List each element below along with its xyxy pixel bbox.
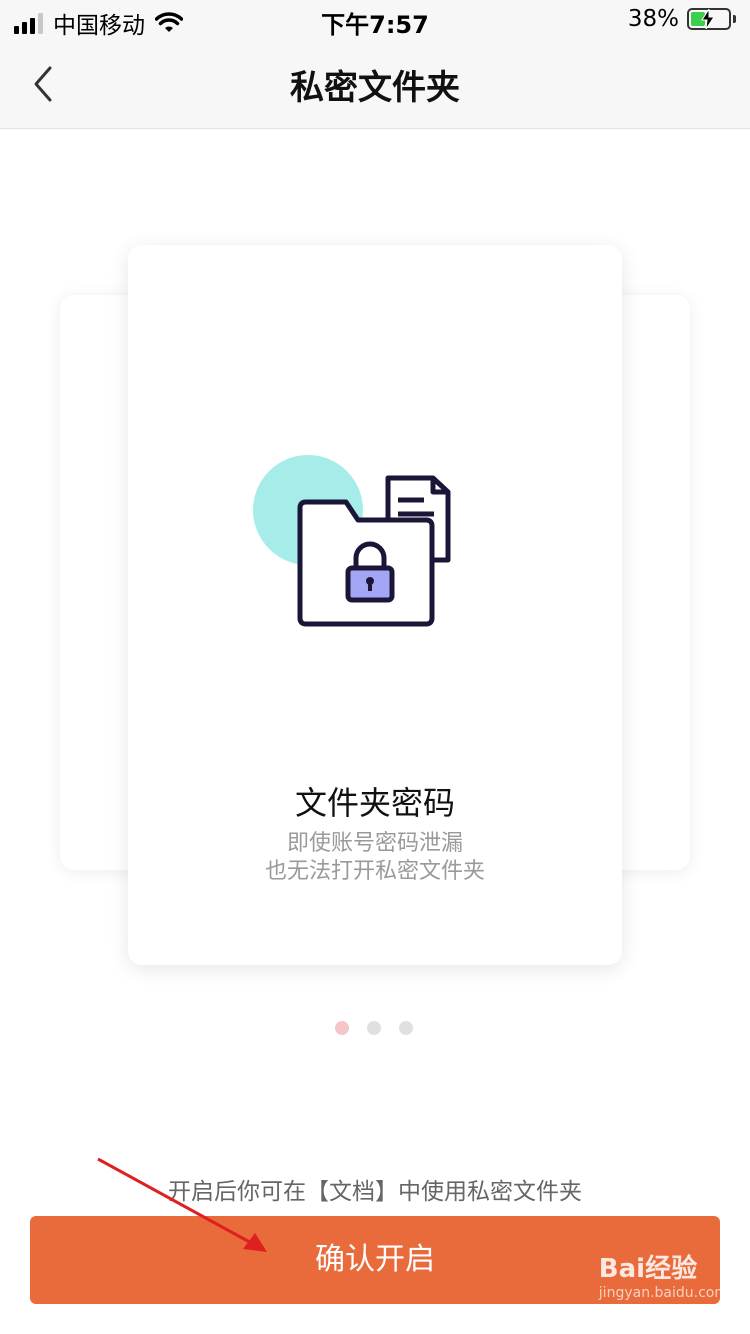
battery-charging-icon <box>687 8 731 30</box>
battery-percent: 38% <box>627 6 679 32</box>
page-indicator <box>335 1021 413 1035</box>
card-description-line2: 也无法打开私密文件夹 <box>264 859 485 884</box>
card-description: 即使账号密码泄漏 也无法打开私密文件夹 <box>128 830 622 886</box>
page-title: 私密文件夹 <box>290 68 460 108</box>
page-dot-3[interactable] <box>399 1021 413 1035</box>
carousel-card[interactable]: 文件夹密码 即使账号密码泄漏 也无法打开私密文件夹 <box>128 245 622 965</box>
nav-bar: 私密文件夹 <box>0 40 750 129</box>
status-bar: 中国移动 下午7:57 38% <box>0 0 750 40</box>
battery-cap <box>733 15 736 23</box>
locked-folder-icon <box>253 455 451 627</box>
page-dot-1[interactable] <box>335 1021 349 1035</box>
annotation-arrow-icon <box>97 1157 267 1252</box>
watermark-url: jingyan.baidu.com <box>598 1285 728 1301</box>
status-right: 38% <box>628 6 736 32</box>
card-description-line1: 即使账号密码泄漏 <box>286 831 463 856</box>
card-title: 文件夹密码 <box>294 784 455 822</box>
baidu-jingyan-watermark: Bai经验 jingyan.baidu.com <box>599 1248 728 1301</box>
page-dot-2[interactable] <box>367 1021 381 1035</box>
watermark-brand: Bai经验 <box>598 1254 698 1284</box>
